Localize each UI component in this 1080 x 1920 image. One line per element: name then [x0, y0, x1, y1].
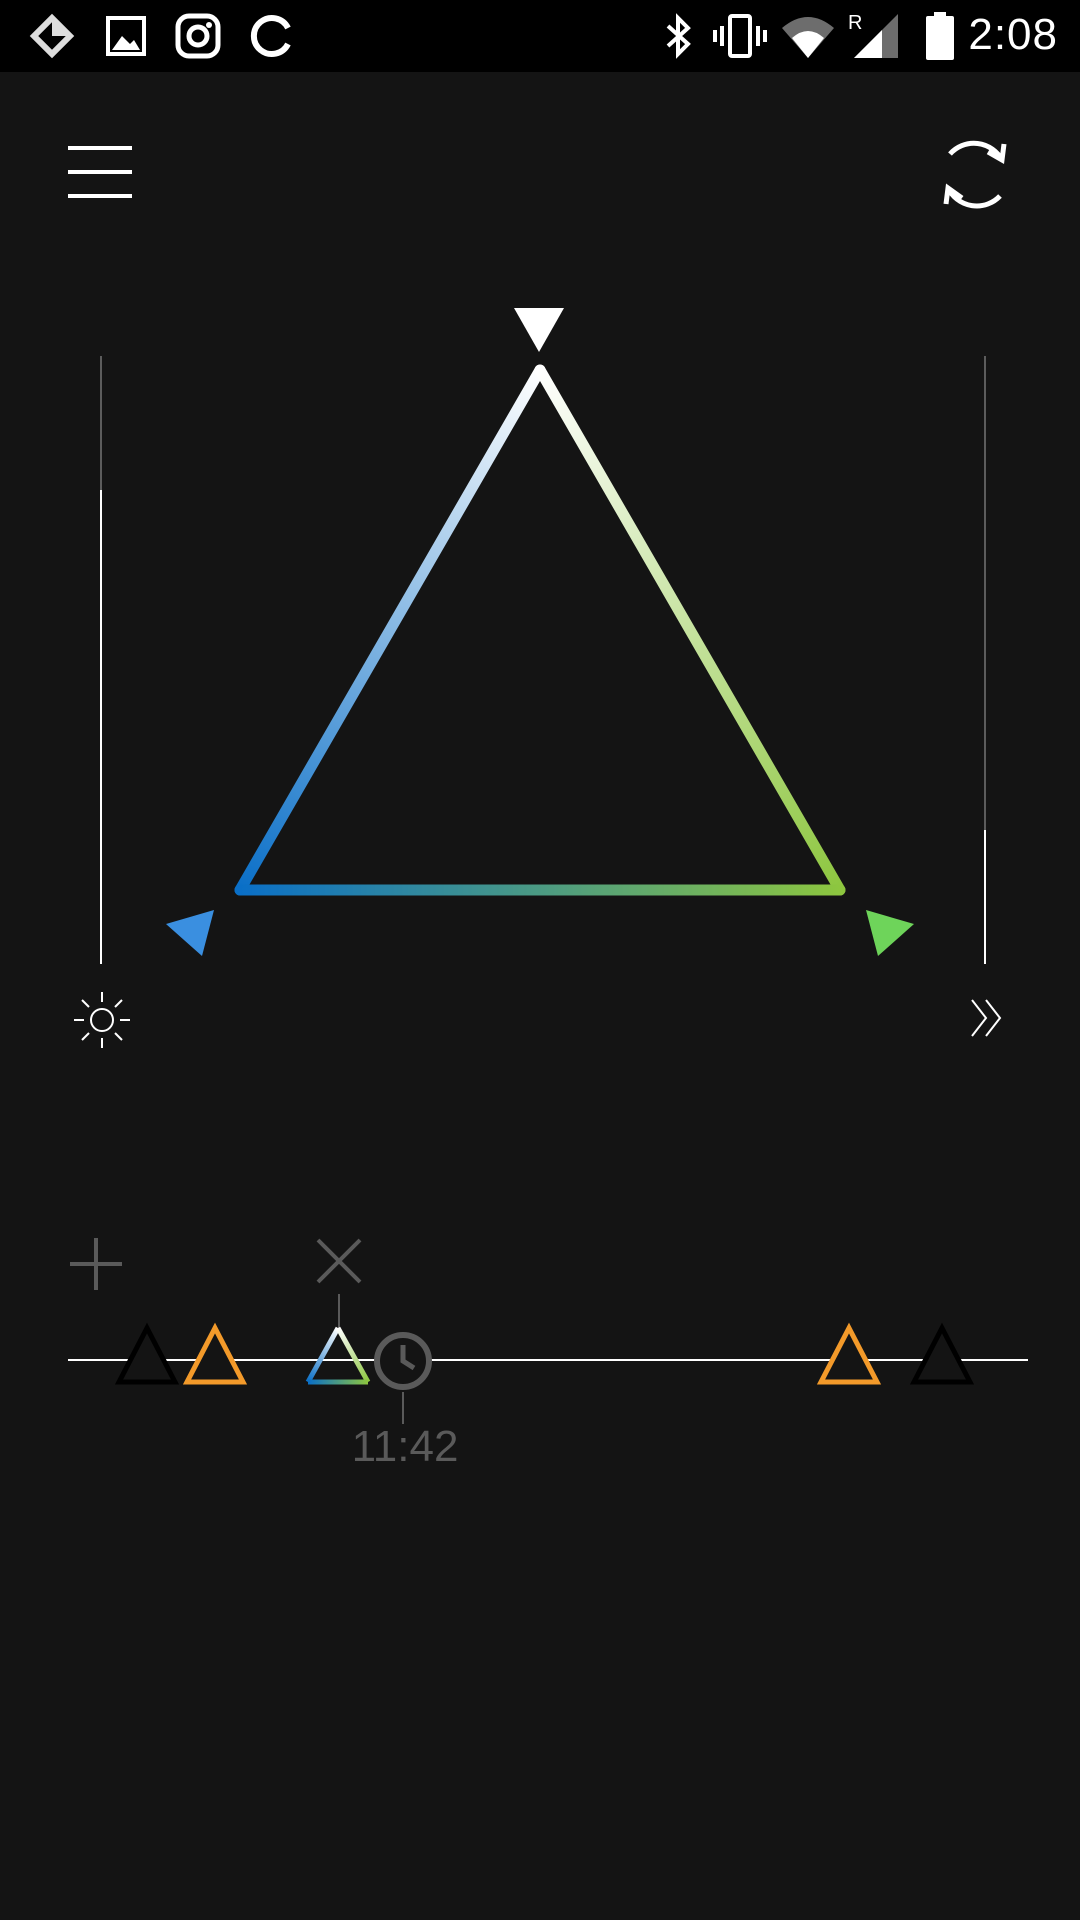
instagram-icon [175, 13, 221, 59]
clock-connector [402, 1392, 404, 1424]
battery-icon [926, 12, 954, 60]
double-chevron-right-icon[interactable] [964, 996, 1014, 1046]
close-icon[interactable] [314, 1236, 364, 1286]
sync-app-icon [250, 15, 291, 57]
roaming-indicator: R [848, 12, 863, 34]
selected-time-label: 11:42 [351, 1422, 459, 1471]
timeline-presets [114, 1322, 975, 1385]
preset-marker-black[interactable] [909, 1322, 975, 1385]
refresh-icon[interactable] [930, 130, 1020, 220]
preset-marker-orange[interactable] [816, 1322, 882, 1385]
triangle-edge-left [234, 364, 546, 896]
left-vertex-marker[interactable] [166, 910, 214, 956]
hamburger-menu-icon[interactable] [62, 138, 142, 208]
triangle-edge-right [534, 364, 846, 896]
clock-icon[interactable] [372, 1330, 434, 1392]
plus-icon[interactable] [68, 1236, 124, 1292]
color-triangle-picker[interactable] [0, 290, 1080, 980]
app-diamond-icon [29, 13, 75, 59]
sun-icon [74, 992, 130, 1048]
status-time: 2:08 [968, 10, 1058, 59]
top-vertex-marker[interactable] [514, 308, 564, 352]
bluetooth-icon [666, 13, 691, 59]
vibrate-icon [713, 14, 767, 58]
wifi-icon [782, 17, 834, 58]
status-bar: R 2:08 [0, 0, 1080, 72]
gallery-icon [106, 16, 146, 56]
right-vertex-marker[interactable] [866, 910, 914, 956]
preset-marker-selected[interactable] [305, 1326, 371, 1385]
preset-marker-black[interactable] [114, 1322, 180, 1385]
preset-marker-orange[interactable] [182, 1322, 248, 1385]
